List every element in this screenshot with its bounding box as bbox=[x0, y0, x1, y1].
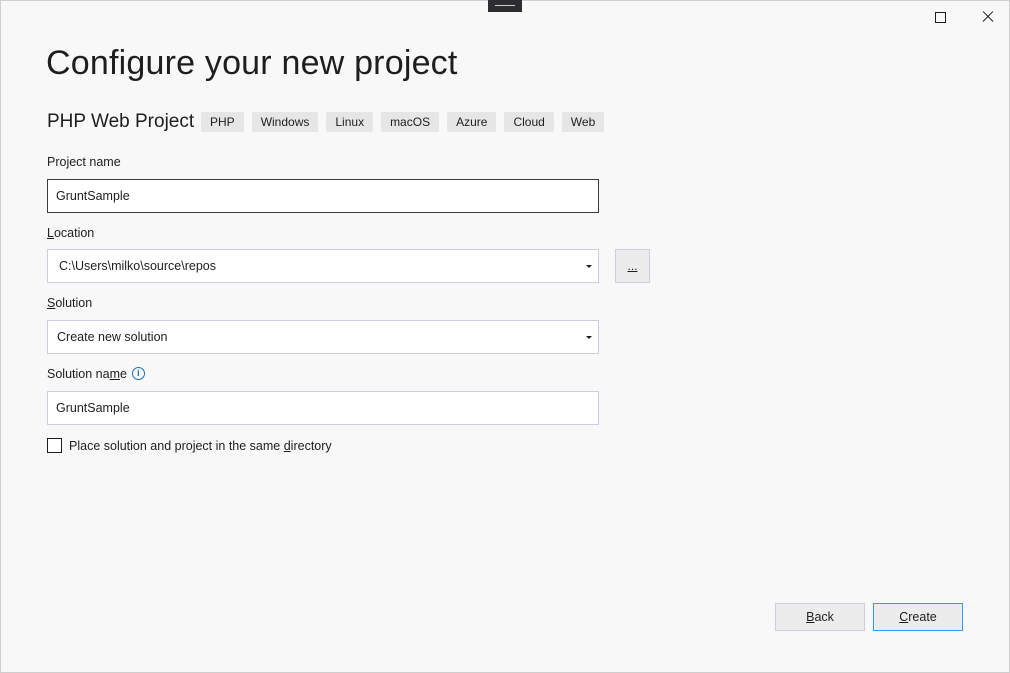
location-label-text: ocation bbox=[53, 226, 95, 240]
info-icon[interactable]: i bbox=[131, 367, 145, 381]
solution-name-label-access-key: m bbox=[109, 367, 120, 381]
same-directory-label-start: Place solution and project in the same bbox=[69, 439, 284, 453]
solution-name-label-end: e bbox=[119, 367, 127, 381]
solution-name-input[interactable] bbox=[47, 391, 599, 425]
tag-linux: Linux bbox=[326, 112, 374, 132]
tag-azure: Azure bbox=[447, 112, 497, 132]
back-button-label: ack bbox=[814, 610, 834, 624]
same-directory-checkbox[interactable] bbox=[47, 438, 62, 453]
solution-dropdown[interactable]: Create new solution bbox=[47, 320, 599, 354]
same-directory-label-end: irectory bbox=[290, 439, 332, 453]
tag-windows: Windows bbox=[251, 112, 319, 132]
tag-cloud: Cloud bbox=[504, 112, 554, 132]
location-value: C:\Users\milko\source\repos bbox=[59, 259, 216, 273]
chevron-down-icon[interactable] bbox=[580, 321, 598, 353]
project-name-input[interactable] bbox=[47, 179, 599, 213]
location-label-access-key: L bbox=[47, 226, 54, 240]
solution-label: Solution bbox=[47, 296, 92, 310]
create-button[interactable]: Create bbox=[873, 603, 963, 631]
project-name-label: Project name bbox=[47, 155, 121, 169]
tag-web: Web bbox=[561, 112, 605, 132]
create-button-access-key: C bbox=[899, 610, 909, 624]
create-button-label: reate bbox=[908, 610, 937, 624]
solution-label-text: olution bbox=[55, 296, 93, 310]
solution-value: Create new solution bbox=[57, 330, 168, 344]
chevron-down-icon[interactable] bbox=[580, 250, 598, 282]
template-tags: PHP Windows Linux macOS Azure Cloud Web bbox=[201, 112, 605, 132]
same-directory-label[interactable]: Place solution and project in the same d… bbox=[69, 439, 332, 453]
back-button-access-key: B bbox=[806, 610, 815, 624]
maximize-icon bbox=[934, 11, 946, 23]
tag-macos: macOS bbox=[381, 112, 440, 132]
title-bar-drag-handle[interactable] bbox=[488, 0, 522, 12]
solution-name-label: Solution name i bbox=[47, 367, 145, 381]
location-label: Location bbox=[47, 226, 94, 240]
browse-location-button[interactable]: ... bbox=[615, 249, 650, 283]
close-button[interactable] bbox=[973, 4, 1003, 30]
solution-name-label-start: Solution na bbox=[47, 367, 110, 381]
maximize-button[interactable] bbox=[925, 4, 955, 30]
close-icon bbox=[982, 11, 994, 23]
same-directory-label-access-key: d bbox=[283, 439, 291, 453]
template-name: PHP Web Project bbox=[47, 111, 195, 132]
location-combobox[interactable]: C:\Users\milko\source\repos bbox=[47, 249, 599, 283]
tag-php: PHP bbox=[201, 112, 244, 132]
back-button[interactable]: Back bbox=[775, 603, 865, 631]
page-title: Configure your new project bbox=[46, 44, 458, 82]
browse-label: ... bbox=[627, 259, 638, 273]
